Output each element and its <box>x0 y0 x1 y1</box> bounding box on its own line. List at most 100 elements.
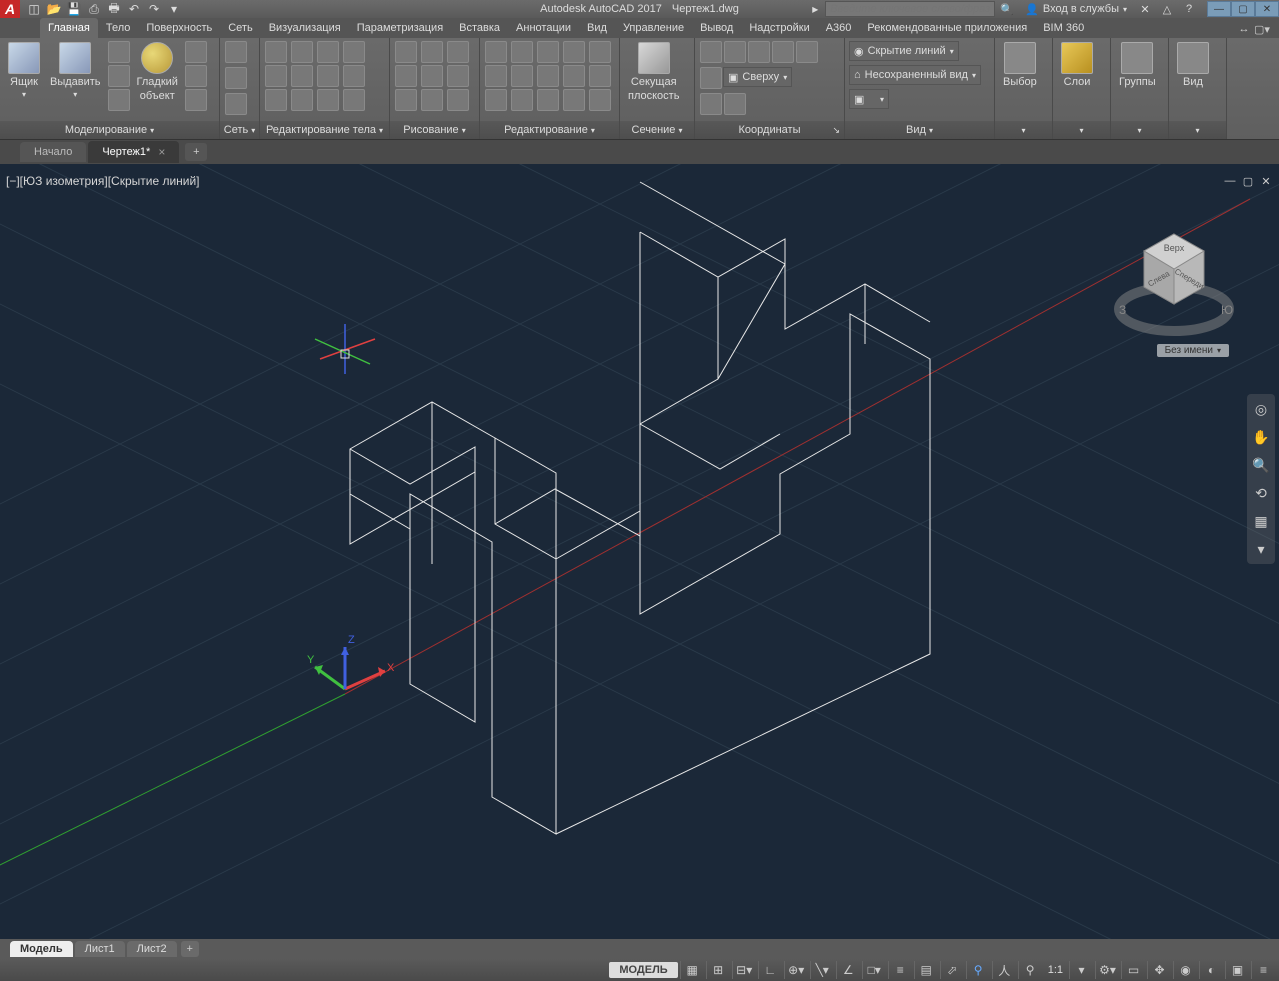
snap-icon[interactable]: ⊞ <box>706 961 730 979</box>
help-icon[interactable]: ? <box>1179 1 1199 17</box>
exchange-icon[interactable]: ✕ <box>1135 1 1155 17</box>
tab-layout1[interactable]: Лист1 <box>75 941 125 957</box>
ucs-tool-icon[interactable] <box>724 41 746 63</box>
tab-insert[interactable]: Вставка <box>451 18 508 38</box>
modify-tool-icon[interactable] <box>485 89 507 111</box>
maximize-icon[interactable]: ▢ <box>1241 174 1255 188</box>
box-button[interactable]: Ящик ▾ <box>4 40 44 101</box>
signin-button[interactable]: 👤 Вход в службы ▾ <box>1019 3 1133 16</box>
modify-tool-icon[interactable] <box>485 41 507 63</box>
iso-icon[interactable]: ◉ <box>1173 961 1197 979</box>
modify-tool-icon[interactable] <box>563 65 585 87</box>
otrack-icon[interactable]: □▾ <box>862 961 886 979</box>
tab-layout2[interactable]: Лист2 <box>127 941 177 957</box>
tab-featured[interactable]: Рекомендованные приложения <box>859 18 1035 38</box>
modeling-tool-icon[interactable] <box>108 41 130 63</box>
open-icon[interactable]: 📂 <box>46 1 62 17</box>
qat-dd-icon[interactable]: ▾ <box>166 1 182 17</box>
scale-label[interactable]: 1:1 <box>1044 964 1067 976</box>
edit-tool-icon[interactable] <box>317 65 339 87</box>
edit-tool-icon[interactable] <box>291 89 313 111</box>
lineweight-icon[interactable]: ≡ <box>888 961 912 979</box>
panel-dd-groups[interactable]: ▾ <box>1111 121 1168 139</box>
osnap-icon[interactable]: ∠ <box>836 961 860 979</box>
modify-tool-icon[interactable] <box>589 41 611 63</box>
view-small-dropdown[interactable]: ▣ ▾ <box>849 89 889 109</box>
tab-home[interactable]: Главная <box>40 18 98 38</box>
draw-tool-icon[interactable] <box>447 89 469 111</box>
ucs-tool-icon[interactable] <box>724 93 746 115</box>
search-input[interactable] <box>825 1 995 17</box>
scale-dd-icon[interactable]: ▾ <box>1069 961 1093 979</box>
tab-addins[interactable]: Надстройки <box>741 18 817 38</box>
draw-tool-icon[interactable] <box>395 41 417 63</box>
zoom-icon[interactable]: 🔍 <box>1250 454 1272 476</box>
panel-title-draw[interactable]: Рисование▾ <box>390 121 479 139</box>
panel-title-mesh[interactable]: Сеть▾ <box>220 121 259 139</box>
pan-icon[interactable]: ✋ <box>1250 426 1272 448</box>
move-icon[interactable]: ✥ <box>1147 961 1171 979</box>
draw-tool-icon[interactable] <box>395 65 417 87</box>
ucs-tool-icon[interactable] <box>772 41 794 63</box>
polar-icon[interactable]: ⊕▾ <box>784 961 808 979</box>
ws-icon[interactable]: ▭ <box>1121 961 1145 979</box>
ucs-tool-icon[interactable] <box>796 41 818 63</box>
draw-tool-icon[interactable] <box>421 65 443 87</box>
panel-title-modeling[interactable]: Моделирование▾ <box>0 121 219 139</box>
modify-tool-icon[interactable] <box>511 89 533 111</box>
status-model-button[interactable]: МОДЕЛЬ <box>609 962 677 978</box>
tab-surface[interactable]: Поверхность <box>138 18 220 38</box>
arrow-icon[interactable]: ▸ <box>807 1 823 17</box>
tab-add-button[interactable]: + <box>185 143 207 161</box>
tab-parametric[interactable]: Параметризация <box>349 18 451 38</box>
edit-tool-icon[interactable] <box>317 89 339 111</box>
tab-visualize[interactable]: Визуализация <box>261 18 349 38</box>
saveas-icon[interactable]: ⎙ <box>86 1 102 17</box>
extrude-button[interactable]: Выдавить ▾ <box>46 40 105 101</box>
modeling-tool-icon[interactable] <box>185 41 207 63</box>
autoscale-icon[interactable]: ⚲ <box>1018 961 1042 979</box>
modify-tool-icon[interactable] <box>563 41 585 63</box>
modify-tool-icon[interactable] <box>511 65 533 87</box>
edit-tool-icon[interactable] <box>317 41 339 63</box>
modify-tool-icon[interactable] <box>537 89 559 111</box>
save-icon[interactable]: 💾 <box>66 1 82 17</box>
modify-tool-icon[interactable] <box>563 89 585 111</box>
modeling-tool-icon[interactable] <box>108 65 130 87</box>
modify-tool-icon[interactable] <box>511 41 533 63</box>
app-logo[interactable]: A <box>0 0 20 18</box>
modify-tool-icon[interactable] <box>589 65 611 87</box>
section-plane-button[interactable]: Секущая плоскость <box>624 40 683 104</box>
panel-dd-layers[interactable]: ▾ <box>1053 121 1110 139</box>
snap2-icon[interactable]: ⊟▾ <box>732 961 756 979</box>
a360-icon[interactable]: △ <box>1157 1 1177 17</box>
close-button[interactable]: ✕ <box>1255 1 1279 17</box>
ortho-icon[interactable]: ∟ <box>758 961 782 979</box>
ucs-tool-icon[interactable] <box>700 67 722 89</box>
vc-west[interactable]: З <box>1119 303 1126 317</box>
close-icon[interactable]: ✕ <box>1259 174 1273 188</box>
edit-tool-icon[interactable] <box>343 41 365 63</box>
named-view-dropdown[interactable]: ⌂ Несохраненный вид ▾ <box>849 65 981 85</box>
redo-icon[interactable]: ↷ <box>146 1 162 17</box>
ucs-tool-icon[interactable] <box>700 41 722 63</box>
panel-dd-viewp[interactable]: ▾ <box>1169 121 1226 139</box>
viewp-button[interactable]: Вид <box>1173 40 1213 90</box>
minimize-icon[interactable]: — <box>1223 174 1237 188</box>
nav-menu-icon[interactable]: ▾ <box>1250 538 1272 560</box>
close-icon[interactable]: × <box>158 145 165 159</box>
infocenter-icon[interactable]: 🔍 <box>997 1 1017 17</box>
annoscale-icon[interactable]: ⚲ <box>966 961 990 979</box>
mesh-tool-icon[interactable] <box>225 41 247 63</box>
visual-style-dropdown[interactable]: ◉ Скрытие линий ▾ <box>849 41 959 61</box>
panel-menu-icon[interactable]: ▢▾ <box>1253 20 1271 38</box>
groups-button[interactable]: Группы <box>1115 40 1160 90</box>
draw-tool-icon[interactable] <box>447 41 469 63</box>
vc-east[interactable]: Ю <box>1221 303 1233 317</box>
modify-tool-icon[interactable] <box>589 89 611 111</box>
tab-solid[interactable]: Тело <box>98 18 139 38</box>
modify-tool-icon[interactable] <box>537 41 559 63</box>
modeling-tool-icon[interactable] <box>185 89 207 111</box>
viewport[interactable]: X Y Z [−][ЮЗ изометрия][Скрытие линий] —… <box>0 164 1279 939</box>
mesh-tool-icon[interactable] <box>225 93 247 115</box>
